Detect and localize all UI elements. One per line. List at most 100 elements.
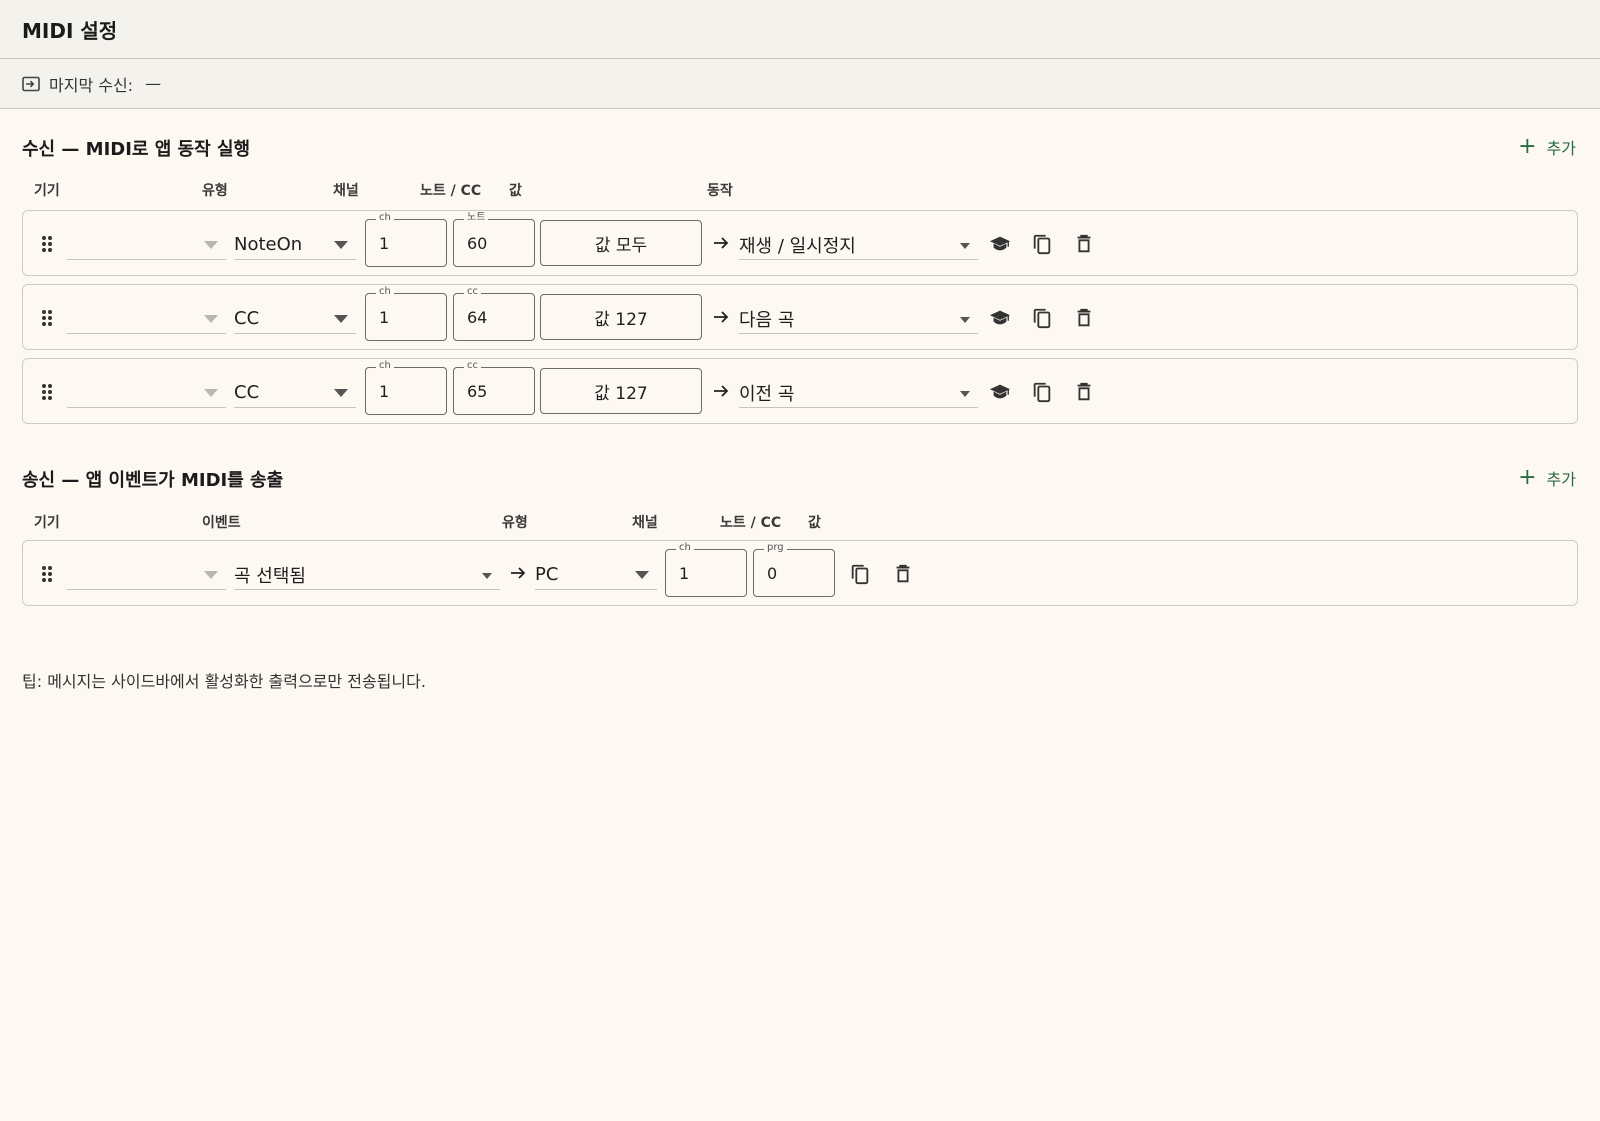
plus-icon: + <box>1518 134 1537 159</box>
program-value: 0 <box>767 564 778 583</box>
col-device: 기기 <box>34 183 60 199</box>
chevron-down-icon <box>960 243 970 249</box>
plus-icon: + <box>1518 465 1537 490</box>
channel-value: 1 <box>379 308 390 327</box>
event-select[interactable]: 곡 선택됨 <box>234 560 500 590</box>
col-channel: 채널 <box>333 183 359 199</box>
cc-legend: cc <box>464 359 481 373</box>
type-value: CC <box>234 382 260 403</box>
device-select[interactable] <box>67 230 226 260</box>
receive-row: CC ch 1 cc 64 값 127 다음 곡 <box>22 284 1578 350</box>
col-value: 값 <box>509 183 522 199</box>
cc-field[interactable]: cc 65 <box>453 359 535 415</box>
tip-text: 팁: 메시지는 사이드바에서 활성화한 출력으로만 전송됩니다. <box>22 672 426 691</box>
copy-icon[interactable] <box>849 563 871 585</box>
chevron-down-icon <box>204 315 218 323</box>
last-received-value: — <box>145 74 162 93</box>
type-value: NoteOn <box>234 234 303 255</box>
copy-icon[interactable] <box>1031 381 1053 403</box>
learn-icon[interactable] <box>989 307 1011 329</box>
arrow-right-icon <box>511 567 526 579</box>
status-bar: 마지막 수신: — <box>0 59 1600 109</box>
chevron-down-icon <box>334 389 348 397</box>
channel-legend: ch <box>376 285 394 299</box>
channel-value: 1 <box>379 234 390 253</box>
receive-section-title: 수신 — MIDI로 앱 동작 실행 <box>22 139 251 160</box>
channel-field[interactable]: ch 1 <box>665 541 747 597</box>
trash-icon[interactable] <box>892 563 914 585</box>
chevron-down-icon <box>334 315 348 323</box>
col-note-cc: 노트 / CC <box>420 183 482 199</box>
type-select[interactable]: CC <box>234 304 356 334</box>
send-section-title: 송신 — 앱 이벤트가 MIDI를 송출 <box>22 470 284 491</box>
type-select[interactable]: PC <box>535 560 657 590</box>
chevron-down-icon <box>204 241 218 249</box>
chevron-down-icon <box>204 571 218 579</box>
action-value: 이전 곡 <box>739 383 795 405</box>
channel-value: 1 <box>379 382 390 401</box>
col-note-cc: 노트 / CC <box>720 515 782 531</box>
device-select[interactable] <box>67 560 226 590</box>
send-row: 곡 선택됨 PC ch 1 prg 0 <box>22 540 1578 606</box>
device-select[interactable] <box>67 378 226 408</box>
note-legend: 노트 <box>464 211 489 225</box>
value-button[interactable]: 값 127 <box>540 294 702 340</box>
col-event: 이벤트 <box>202 515 241 531</box>
action-value: 다음 곡 <box>739 309 795 331</box>
input-icon <box>22 76 40 91</box>
action-select[interactable]: 이전 곡 <box>739 378 978 408</box>
channel-field[interactable]: ch 1 <box>365 211 447 267</box>
page-title: MIDI 설정 <box>22 18 118 43</box>
learn-icon[interactable] <box>989 381 1011 403</box>
event-value: 곡 선택됨 <box>234 565 306 587</box>
trash-icon[interactable] <box>1073 233 1095 255</box>
last-received-label: 마지막 수신: <box>49 75 134 95</box>
copy-icon[interactable] <box>1031 307 1053 329</box>
send-add-button[interactable]: + 추가 <box>1518 466 1576 490</box>
title-bar: MIDI 설정 <box>0 0 1600 59</box>
value-button[interactable]: 값 모두 <box>540 220 702 266</box>
chevron-down-icon <box>960 391 970 397</box>
trash-icon[interactable] <box>1073 381 1095 403</box>
type-select[interactable]: NoteOn <box>234 230 356 260</box>
device-select[interactable] <box>67 304 226 334</box>
drag-handle-icon[interactable] <box>41 309 53 327</box>
program-field[interactable]: prg 0 <box>753 541 835 597</box>
note-value: 60 <box>467 234 488 253</box>
trash-icon[interactable] <box>1073 307 1095 329</box>
channel-legend: ch <box>676 541 694 555</box>
chevron-down-icon <box>482 573 492 579</box>
col-action: 동작 <box>707 183 733 199</box>
cc-value: 64 <box>467 308 488 327</box>
value-button[interactable]: 값 127 <box>540 368 702 414</box>
action-select[interactable]: 재생 / 일시정지 <box>739 230 978 260</box>
cc-value: 65 <box>467 382 488 401</box>
learn-icon[interactable] <box>989 233 1011 255</box>
arrow-right-icon <box>714 385 729 397</box>
type-select[interactable]: CC <box>234 378 356 408</box>
drag-handle-icon[interactable] <box>41 565 53 583</box>
channel-field[interactable]: ch 1 <box>365 285 447 341</box>
chevron-down-icon <box>960 317 970 323</box>
channel-field[interactable]: ch 1 <box>365 359 447 415</box>
col-type: 유형 <box>502 515 528 531</box>
receive-add-button[interactable]: + 추가 <box>1518 135 1576 159</box>
col-type: 유형 <box>202 183 228 199</box>
channel-legend: ch <box>376 211 394 225</box>
channel-value: 1 <box>679 564 690 583</box>
receive-row: CC ch 1 cc 65 값 127 이전 곡 <box>22 358 1578 424</box>
program-legend: prg <box>764 541 787 555</box>
chevron-down-icon <box>204 389 218 397</box>
note-field[interactable]: 노트 60 <box>453 211 535 267</box>
add-label: 추가 <box>1546 470 1576 489</box>
action-select[interactable]: 다음 곡 <box>739 304 978 334</box>
copy-icon[interactable] <box>1031 233 1053 255</box>
receive-row: NoteOn ch 1 노트 60 값 모두 재생 / 일시정지 <box>22 210 1578 276</box>
drag-handle-icon[interactable] <box>41 383 53 401</box>
cc-field[interactable]: cc 64 <box>453 285 535 341</box>
cc-legend: cc <box>464 285 481 299</box>
arrow-right-icon <box>714 311 729 323</box>
col-channel: 채널 <box>632 515 658 531</box>
arrow-right-icon <box>714 237 729 249</box>
drag-handle-icon[interactable] <box>41 235 53 253</box>
